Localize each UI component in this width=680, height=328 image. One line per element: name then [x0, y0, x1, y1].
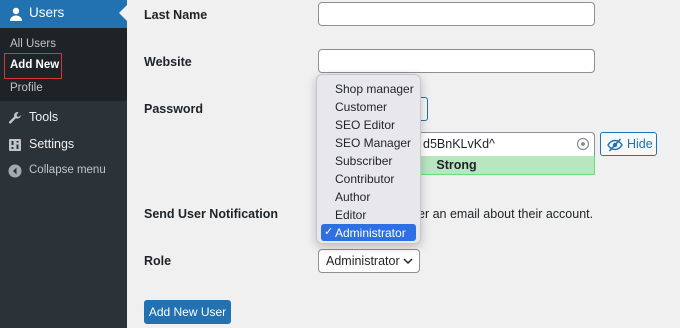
- role-option-administrator[interactable]: ✓ Administrator: [321, 224, 416, 241]
- wrench-icon: [8, 112, 21, 124]
- role-option-subscriber[interactable]: Subscriber: [321, 152, 416, 169]
- role-option-contributor[interactable]: Contributor: [321, 170, 416, 187]
- role-option-author[interactable]: Author: [321, 188, 416, 205]
- sidebar-item-label: Users: [29, 5, 65, 20]
- role-option-label: Administrator: [335, 226, 406, 240]
- add-new-user-button[interactable]: Add New User: [144, 300, 231, 324]
- admin-sidebar: Users All Users Add New Profile Tools Se…: [0, 0, 127, 328]
- role-label: Role: [144, 254, 172, 268]
- chevron-down-icon: [403, 258, 413, 265]
- last-name-label: Last Name: [144, 8, 208, 22]
- role-option-label: Contributor: [335, 172, 395, 186]
- role-option-seo-manager[interactable]: SEO Manager: [321, 134, 416, 151]
- collapse-arrow-icon: [8, 164, 22, 178]
- send-notification-label: Send User Notification: [144, 207, 279, 221]
- sidebar-item-label: Settings: [29, 137, 75, 151]
- role-option-shop-manager[interactable]: Shop manager: [321, 80, 416, 97]
- password-label: Password: [144, 102, 204, 116]
- role-option-label: Subscriber: [335, 154, 393, 168]
- last-name-input[interactable]: [318, 2, 595, 26]
- website-input[interactable]: [318, 49, 595, 73]
- eye-icon: [576, 137, 590, 151]
- role-option-label: Editor: [335, 208, 367, 222]
- website-label: Website: [144, 55, 192, 69]
- submenu-add-new[interactable]: Add New: [4, 53, 62, 79]
- role-option-label: Shop manager: [335, 82, 414, 96]
- checkmark-icon: ✓: [324, 226, 334, 238]
- submenu-all-users[interactable]: All Users: [10, 38, 56, 50]
- role-option-label: Author: [335, 190, 371, 204]
- sidebar-item-settings[interactable]: Settings: [0, 132, 127, 158]
- add-new-user-label: Add New User: [148, 305, 227, 319]
- send-notification-text: er an email about their account.: [418, 207, 594, 221]
- sidebar-item-tools[interactable]: Tools: [0, 105, 127, 131]
- sidebar-item-label: Tools: [29, 110, 59, 124]
- hide-password-button[interactable]: Hide: [600, 132, 657, 156]
- role-option-customer[interactable]: Customer: [321, 98, 416, 115]
- users-submenu: All Users Add New Profile: [0, 28, 127, 101]
- role-option-seo-editor[interactable]: SEO Editor: [321, 116, 416, 133]
- role-option-label: SEO Manager: [335, 136, 412, 150]
- role-select[interactable]: Administrator: [318, 249, 420, 273]
- current-menu-arrow: [119, 5, 127, 21]
- role-select-value: Administrator: [326, 254, 400, 268]
- submenu-profile[interactable]: Profile: [10, 82, 43, 94]
- role-option-label: SEO Editor: [335, 118, 396, 132]
- role-option-editor[interactable]: Editor: [321, 206, 416, 223]
- role-dropdown-menu: Shop manager Customer SEO Editor SEO Man…: [316, 74, 421, 244]
- collapse-menu-button[interactable]: Collapse menu: [0, 158, 127, 184]
- hide-button-label: Hide: [627, 137, 653, 151]
- sidebar-item-users[interactable]: Users: [0, 0, 127, 28]
- eye-slash-icon: [607, 138, 623, 152]
- users-icon: [10, 7, 22, 21]
- collapse-menu-label: Collapse menu: [29, 164, 106, 176]
- submenu-add-new-label: Add New: [10, 59, 60, 71]
- password-value: d5BnKLvKd^: [423, 137, 495, 151]
- settings-icon: [9, 139, 21, 151]
- role-option-label: Customer: [335, 100, 388, 114]
